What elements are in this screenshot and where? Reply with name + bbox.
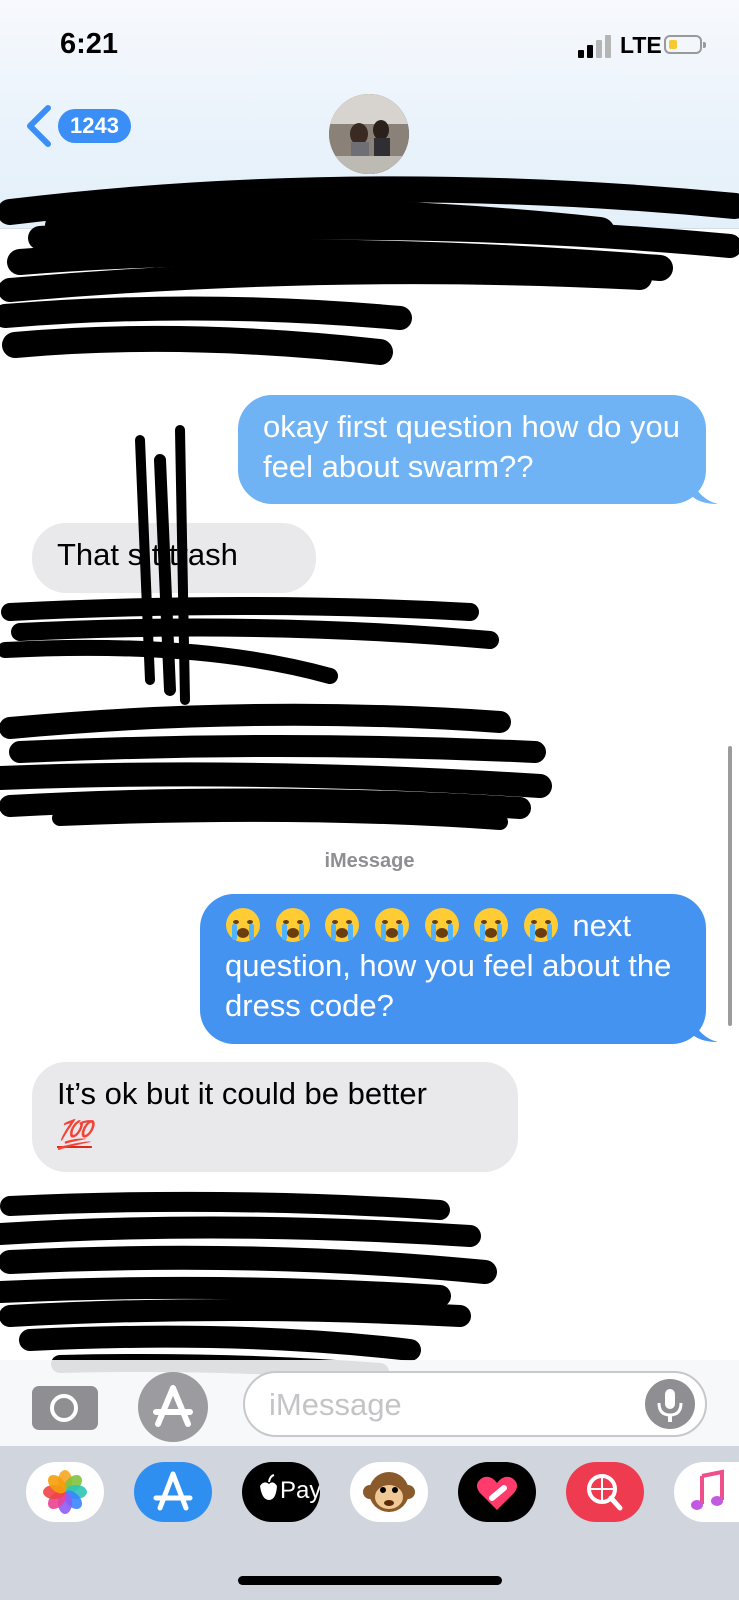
apple-pay-label: Pay [280,1477,320,1504]
camera-button[interactable] [32,1386,98,1430]
photos-app-button[interactable] [26,1462,104,1522]
app-store-button[interactable] [138,1372,208,1442]
redaction-scribble [0,176,739,1381]
camera-icon [50,1394,78,1422]
image-search-app-button[interactable] [566,1462,644,1522]
app-store-icon [153,1385,193,1427]
apple-pay-app-button[interactable]: Pay [242,1462,320,1522]
animoji-app-button[interactable] [350,1462,428,1522]
message-placeholder: iMessage [269,1387,402,1422]
microphone-button[interactable] [645,1379,695,1429]
message-input[interactable]: iMessage [243,1371,707,1437]
monkey-icon [363,1472,415,1512]
scroll-indicator[interactable] [728,746,732,1026]
music-note-icon [691,1469,724,1510]
app-store-app-button[interactable] [134,1462,212,1522]
digital-touch-app-button[interactable] [458,1462,536,1522]
microphone-icon [657,1389,683,1422]
photos-icon [43,1470,87,1514]
home-indicator[interactable] [238,1576,502,1585]
app-store-icon [153,1471,193,1511]
heart-icon [476,1476,518,1510]
music-app-button[interactable] [674,1462,739,1522]
globe-search-icon [587,1474,623,1511]
